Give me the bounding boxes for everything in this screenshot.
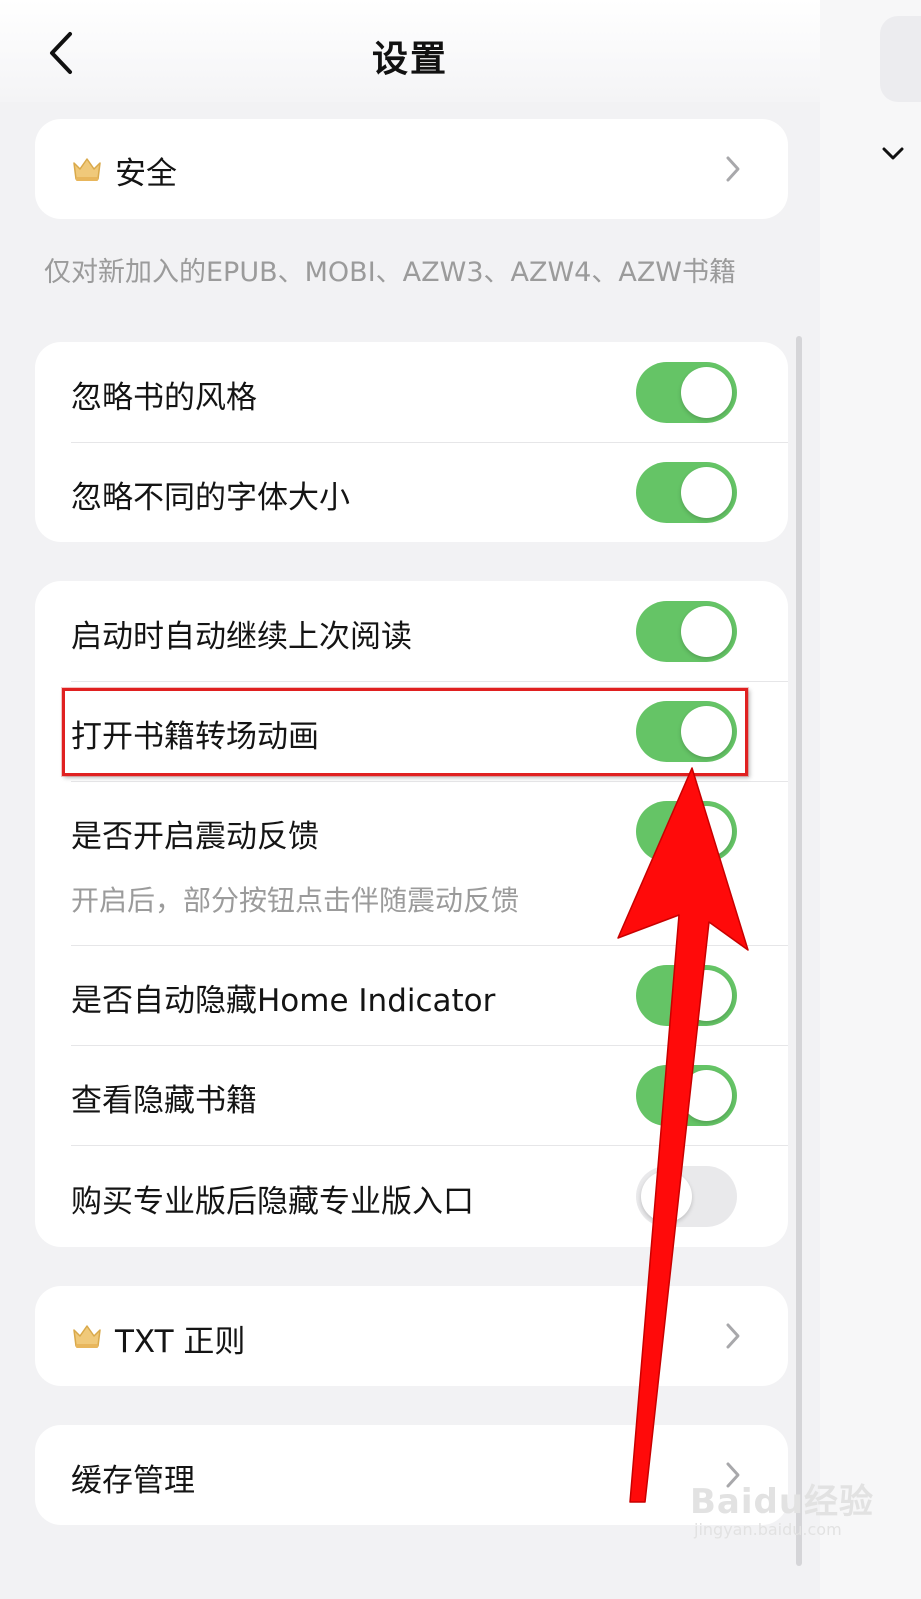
ignore-book-style-row: 忽略书的风格 xyxy=(35,342,788,442)
chevron-right-icon xyxy=(726,156,740,182)
setting-label: 查看隐藏书籍 xyxy=(71,1083,257,1119)
watermark-sub: jingyan.baidu.com xyxy=(694,1520,842,1539)
setting-label: 购买专业版后隐藏专业版入口 xyxy=(71,1184,474,1220)
setting-label: 启动时自动继续上次阅读 xyxy=(71,619,412,655)
style-settings-group: 忽略书的风格 忽略不同的字体大小 xyxy=(35,342,788,542)
setting-label: 忽略书的风格 xyxy=(71,380,257,416)
red-arrow-icon xyxy=(617,767,749,1503)
setting-label: 忽略不同的字体大小 xyxy=(71,480,350,516)
crown-icon xyxy=(73,158,101,181)
auto-resume-row: 启动时自动继续上次阅读 xyxy=(35,581,788,681)
ignore-font-size-toggle[interactable] xyxy=(636,462,737,523)
setting-description: 开启后，部分按钮点击伴随震动反馈 xyxy=(71,884,520,917)
auto-resume-toggle[interactable] xyxy=(636,601,737,662)
scrollbar[interactable] xyxy=(796,336,802,1566)
chevron-down-icon[interactable] xyxy=(880,140,906,166)
side-panel-button[interactable] xyxy=(880,16,921,102)
crown-icon xyxy=(73,1325,101,1348)
cache-management-label: 缓存管理 xyxy=(71,1463,195,1499)
side-panel xyxy=(820,0,921,1599)
ignore-book-style-toggle[interactable] xyxy=(636,362,737,423)
format-note: 仅对新加入的EPUB、MOBI、AZW3、AZW4、AZW书籍 xyxy=(44,257,737,288)
ignore-font-size-row: 忽略不同的字体大小 xyxy=(35,442,788,542)
page-title: 设置 xyxy=(371,39,448,80)
baidu-watermark: Baidu经验 jingyan.baidu.com xyxy=(690,1474,873,1544)
setting-label: 是否自动隐藏Home Indicator xyxy=(71,983,496,1019)
security-label: 安全 xyxy=(115,156,177,192)
watermark-main: Baidu经验 xyxy=(690,1482,875,1522)
setting-label: 是否开启震动反馈 xyxy=(71,819,319,855)
security-row[interactable]: 安全 xyxy=(35,119,788,219)
header-bar: 设置 xyxy=(0,0,820,102)
txt-rule-label: TXT 正则 xyxy=(115,1324,246,1360)
